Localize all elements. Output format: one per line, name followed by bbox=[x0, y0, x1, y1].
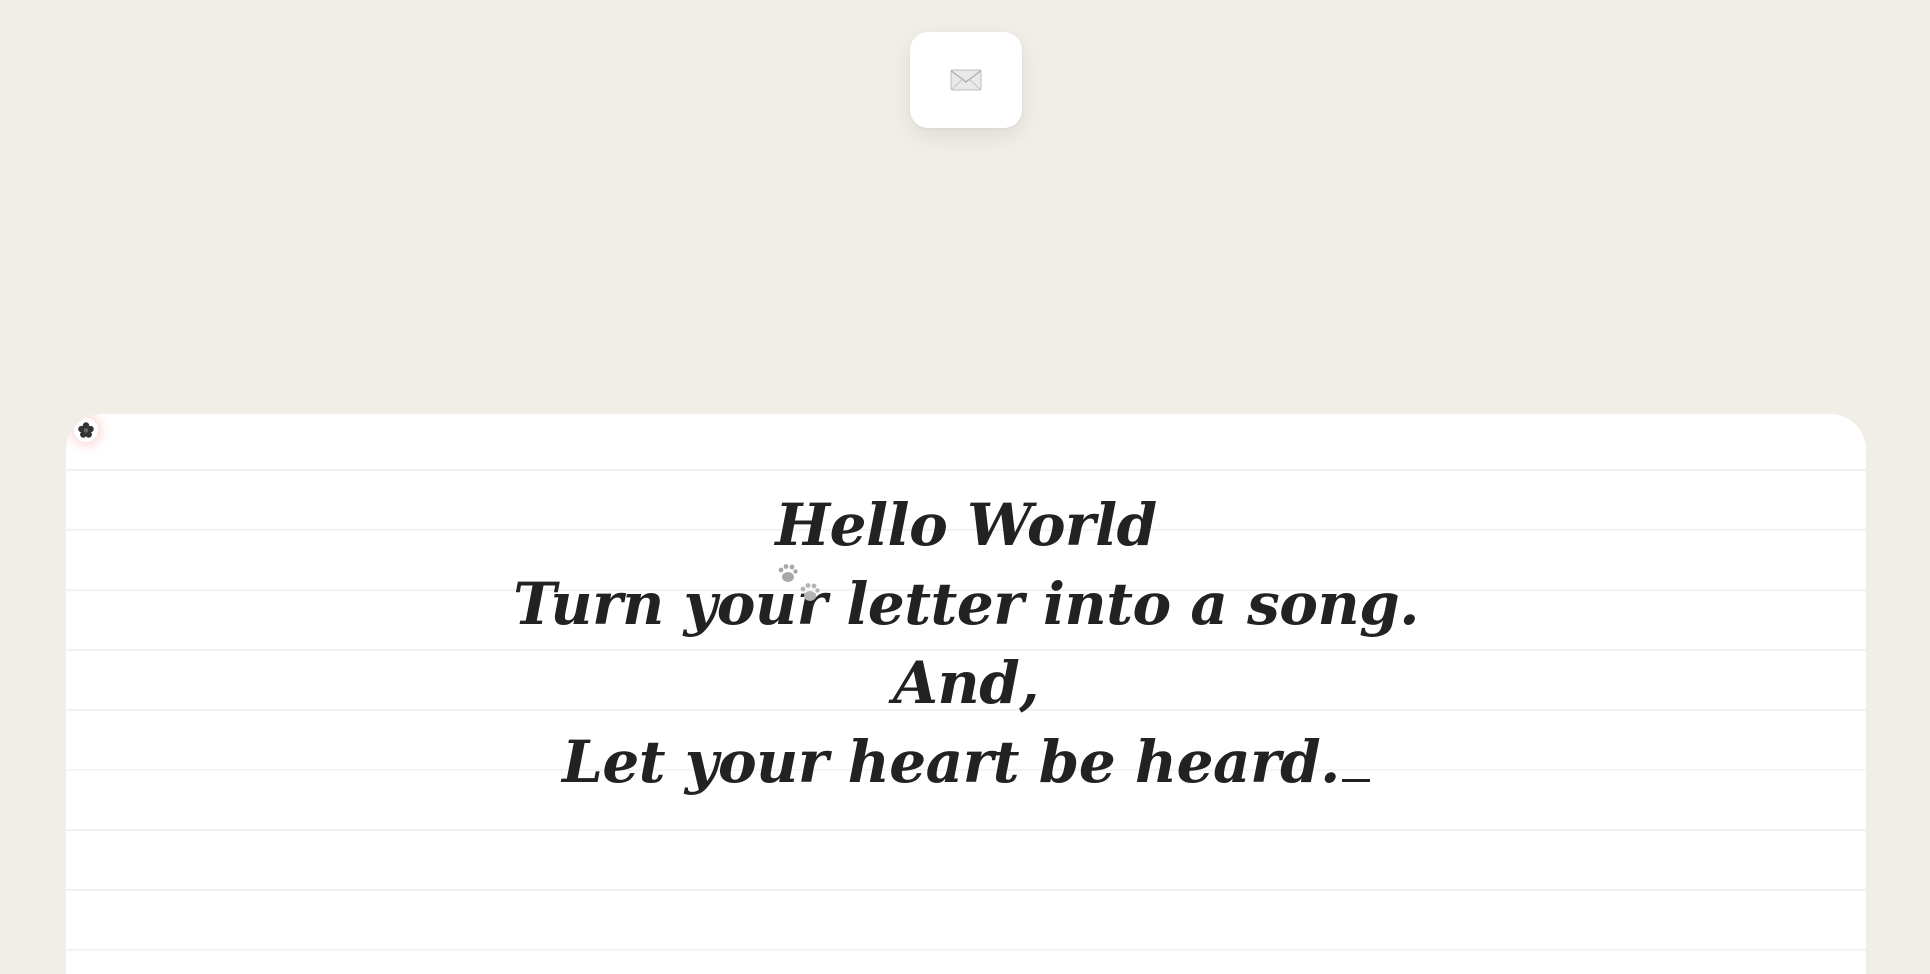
page: Hello World Turn your letter into a song… bbox=[0, 0, 1930, 974]
envelope-button[interactable] bbox=[910, 32, 1022, 128]
envelope-icon bbox=[950, 69, 982, 91]
text-cursor bbox=[1341, 779, 1370, 782]
letter-line-2: Turn your letter into a song. bbox=[513, 570, 1419, 638]
flower-icon bbox=[74, 418, 98, 442]
letter-line-4-text: Let your heart be heard. bbox=[562, 728, 1340, 796]
letter-text[interactable]: Hello World Turn your letter into a song… bbox=[66, 486, 1866, 802]
paw-prints-icon bbox=[778, 564, 820, 601]
letter-line-1: Hello World bbox=[775, 491, 1157, 559]
letter-line-4: Let your heart be heard. bbox=[66, 723, 1866, 802]
letter-paper[interactable]: Hello World Turn your letter into a song… bbox=[66, 414, 1866, 974]
letter-line-3: And, bbox=[893, 649, 1039, 717]
